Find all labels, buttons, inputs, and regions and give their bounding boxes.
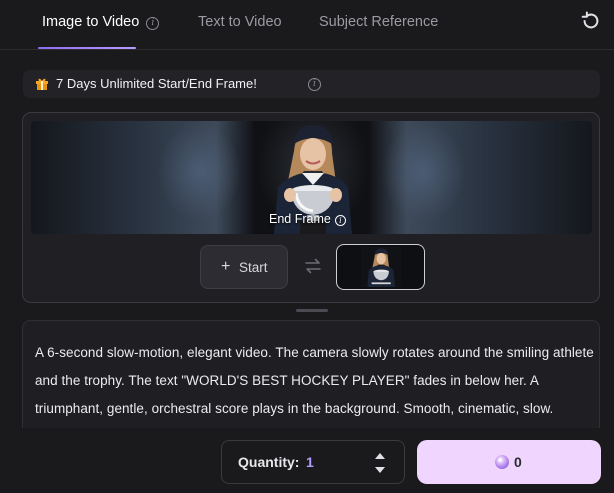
bottom-bar: Quantity: 1 0: [0, 428, 614, 493]
prompt-textarea[interactable]: A 6-second slow-motion, elegant video. T…: [22, 320, 600, 440]
quantity-label: Quantity:: [238, 454, 300, 470]
tab-label: Text to Video: [198, 14, 282, 30]
tab-subject-reference[interactable]: Subject Reference: [319, 14, 438, 34]
gift-icon: [36, 78, 48, 90]
mode-tabs: Image to Video i Text to Video Subject Re…: [0, 0, 614, 50]
info-icon[interactable]: i: [308, 78, 321, 91]
refresh-icon[interactable]: [580, 10, 602, 32]
frame-panel: End Frame i + Start: [22, 112, 600, 303]
credit-cost: 0: [514, 454, 522, 470]
end-frame-thumbnail-image: [361, 247, 401, 287]
active-tab-indicator: [38, 47, 136, 49]
tab-label: Subject Reference: [319, 14, 439, 30]
end-frame-thumbnail[interactable]: [336, 244, 425, 290]
tab-image-to-video[interactable]: Image to Video i: [42, 14, 160, 34]
chevron-up-icon[interactable]: [374, 451, 386, 461]
tab-label: Image to Video: [42, 14, 140, 30]
frame-preview: End Frame i: [31, 121, 592, 234]
chevron-down-icon[interactable]: [374, 465, 386, 475]
panel-resize-handle[interactable]: [296, 309, 328, 312]
plus-icon: +: [221, 258, 231, 275]
info-icon[interactable]: i: [146, 17, 160, 30]
end-frame-label[interactable]: End Frame i: [269, 212, 346, 226]
add-start-frame-button[interactable]: + Start: [200, 245, 288, 289]
info-icon[interactable]: i: [334, 215, 346, 226]
quantity-stepper[interactable]: Quantity: 1: [221, 440, 405, 484]
gem-icon: [495, 455, 509, 469]
generate-button[interactable]: 0: [417, 440, 601, 484]
quantity-value: 1: [306, 454, 314, 470]
promo-banner[interactable]: 7 Days Unlimited Start/End Frame! i: [23, 70, 600, 98]
start-button-label: Start: [239, 260, 268, 275]
tab-text-to-video[interactable]: Text to Video: [198, 14, 282, 34]
prompt-text: A 6-second slow-motion, elegant video. T…: [35, 345, 594, 416]
promo-text: 7 Days Unlimited Start/End Frame!: [56, 76, 257, 91]
swap-icon[interactable]: [303, 256, 323, 276]
